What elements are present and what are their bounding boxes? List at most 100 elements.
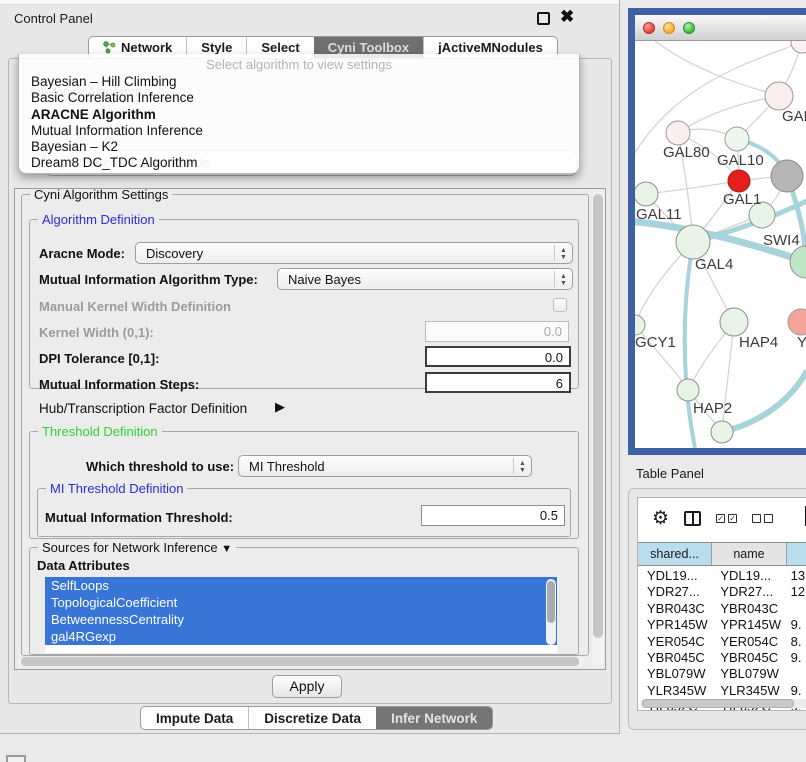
tab-select-label: Select (261, 40, 299, 55)
select-all-checkboxes-icon[interactable]: ✓✓ (716, 514, 737, 523)
data-attribute-item[interactable]: SelfLoops (45, 577, 557, 594)
algorithm-option[interactable]: Mutual Information Inference (19, 123, 579, 139)
mi-algorithm-type-value: Naive Bayes (278, 272, 554, 287)
table-row[interactable]: YER054CYER054C8. (638, 634, 806, 650)
settings-hscroll-thumb[interactable] (21, 657, 579, 666)
data-attribute-item[interactable]: BetweennessCentrality (45, 611, 557, 628)
network-node-label: GAL4 (695, 256, 733, 273)
network-node[interactable] (676, 225, 710, 259)
network-window-titlebar (635, 15, 806, 41)
network-node-label: SWI4 (763, 232, 800, 249)
deselect-all-checkboxes-icon[interactable] (752, 514, 773, 523)
float-window-icon[interactable] (537, 12, 550, 25)
combo-stepper-icon: ▲▼ (554, 245, 572, 261)
network-node[interactable] (711, 421, 733, 443)
which-threshold-label: Which threshold to use: (86, 459, 234, 474)
mi-threshold-label: Mutual Information Threshold: (45, 510, 233, 525)
mac-zoom-button[interactable] (683, 22, 695, 34)
network-node-label: Y (797, 334, 806, 351)
table-cell: YPR145W (711, 617, 785, 633)
manual-kernel-width-checkbox[interactable] (553, 298, 567, 312)
algorithm-popup-list: Bayesian – Hill ClimbingBasic Correlatio… (19, 74, 579, 172)
sources-group-title: Sources for Network Inference ▼ (38, 540, 236, 555)
mi-steps-label: Mutual Information Steps: (39, 377, 199, 392)
table-row[interactable]: YBR045CYBR045C9. (638, 650, 806, 666)
algorithm-dropdown-popup: Select algorithm to view settings Bayesi… (18, 54, 580, 174)
table-cell: 12 (786, 584, 806, 600)
table-panel: ⚙ ✓✓ shared...name YDL19...YDL19...13YDR… (628, 488, 806, 730)
network-node-label: GCY1 (635, 334, 676, 351)
kernel-width-field[interactable]: 0.0 (425, 321, 569, 342)
settings-vscroll-thumb[interactable] (593, 194, 603, 638)
network-node[interactable] (666, 121, 690, 145)
mac-close-button[interactable] (643, 22, 655, 34)
aracne-mode-combobox[interactable]: Discovery ▲▼ (135, 242, 573, 264)
tab-discretize-data[interactable]: Discretize Data (248, 707, 376, 729)
bottom-left-panel-chip (6, 755, 26, 762)
attributes-scrollbar[interactable] (546, 579, 556, 645)
split-panel-icon[interactable] (684, 511, 701, 526)
table-cell: YLR345W (638, 683, 711, 699)
expand-right-icon[interactable]: ▶ (275, 399, 285, 415)
table-row[interactable]: YLR345WYLR345W9. (638, 683, 806, 699)
hub-definition-label[interactable]: Hub/Transcription Factor Definition (39, 401, 247, 416)
algorithm-option[interactable]: Bayesian – Hill Climbing (19, 74, 579, 90)
algorithm-option[interactable]: Basic Correlation Inference (19, 90, 579, 106)
mi-algorithm-type-combobox[interactable]: Naive Bayes ▲▼ (277, 268, 573, 290)
dpi-tolerance-field[interactable]: 0.0 (425, 346, 571, 367)
network-node[interactable] (677, 379, 699, 401)
table-cell: YBR043C (711, 601, 785, 617)
table-row[interactable]: YBR043CYBR043C (638, 601, 806, 617)
mac-minimize-button[interactable] (663, 22, 675, 34)
algorithm-option[interactable]: ARACNE Algorithm (19, 107, 579, 123)
tab-impute-data[interactable]: Impute Data (141, 707, 248, 729)
network-node[interactable] (725, 127, 749, 151)
table-cell: YBL079W (711, 666, 785, 682)
network-node[interactable] (791, 41, 806, 53)
network-node[interactable] (720, 308, 748, 336)
table-cell: YPR145W (638, 617, 711, 633)
table-hscroll-thumb[interactable] (642, 699, 794, 708)
data-attribute-item[interactable]: gal4RGexp (45, 628, 557, 645)
network-node[interactable] (765, 82, 793, 110)
table-horizontal-scrollbar[interactable] (640, 699, 806, 708)
mi-threshold-field[interactable]: 0.5 (421, 505, 565, 526)
attributes-scrollbar-thumb[interactable] (547, 581, 555, 623)
network-icon (103, 41, 116, 54)
table-column-header[interactable]: shared... (638, 543, 712, 565)
table-row[interactable]: YPR145WYPR145W9. (638, 617, 806, 633)
table-cell: 8. (786, 634, 806, 650)
tab-infer-network[interactable]: Infer Network (376, 707, 492, 729)
network-node[interactable] (771, 160, 803, 192)
data-attribute-item[interactable]: TopologicalCoefficient (45, 594, 557, 611)
mi-steps-field[interactable]: 6 (425, 372, 571, 393)
close-icon[interactable]: ✖ (560, 7, 574, 27)
table-row[interactable]: YBL079WYBL079W (638, 666, 806, 682)
network-node[interactable] (790, 246, 806, 278)
network-node[interactable] (728, 170, 750, 192)
data-attributes-list[interactable]: SelfLoopsTopologicalCoefficientBetweenne… (45, 577, 557, 653)
network-node-label: GAL11 (636, 206, 682, 223)
network-node[interactable] (635, 315, 645, 335)
data-attributes-label: Data Attributes (37, 558, 130, 573)
collapse-down-icon[interactable]: ▼ (221, 543, 232, 555)
apply-button[interactable]: Apply (272, 675, 342, 698)
table-column-header[interactable]: name (712, 543, 787, 565)
control-panel-titlebar: Control Panel ✖ (0, 5, 619, 31)
network-node[interactable] (788, 309, 806, 335)
gear-icon[interactable]: ⚙ (652, 507, 669, 530)
algorithm-option[interactable]: Bayesian – K2 (19, 139, 579, 155)
settings-vertical-scrollbar[interactable] (592, 191, 604, 667)
table-cell: YBR045C (638, 650, 711, 666)
network-node[interactable] (635, 182, 658, 206)
network-canvas[interactable]: GALGAL80GAL10GAL1GAL11SWI4GAL4GCY1HAP4YH… (635, 41, 806, 448)
algorithm-option[interactable]: Dream8 DC_TDC Algorithm (19, 155, 579, 171)
table-row[interactable]: YDL19...YDL19...13 (638, 568, 806, 584)
table-cell: YLR345W (711, 683, 785, 699)
which-threshold-combobox[interactable]: MI Threshold ▲▼ (238, 455, 532, 477)
table-row[interactable]: YDR27...YDR27...12 (638, 584, 806, 600)
table-column-header[interactable] (787, 543, 806, 565)
tab-infer-network-label: Infer Network (391, 711, 477, 726)
manual-kernel-width-label: Manual Kernel Width Definition (39, 299, 231, 314)
settings-horizontal-scrollbar[interactable] (19, 657, 585, 666)
